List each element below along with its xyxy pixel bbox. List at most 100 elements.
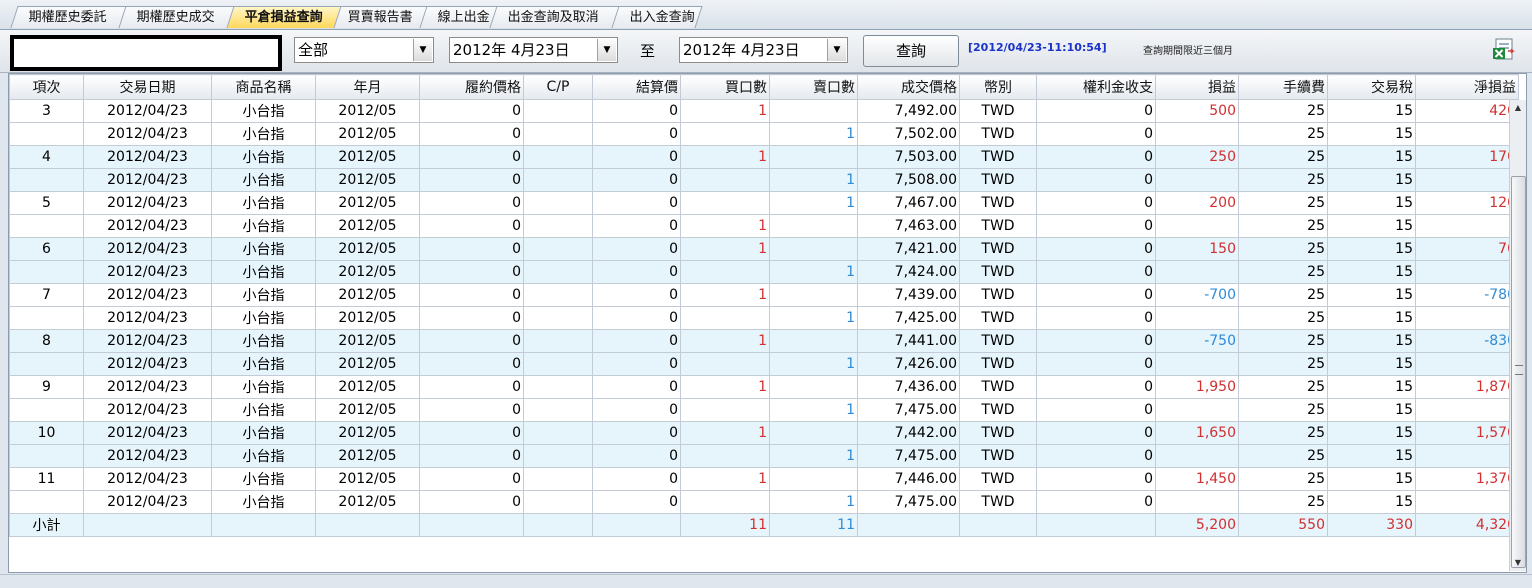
column-header[interactable]: 結算價 (592, 74, 681, 100)
cell-premium: 0 (1036, 398, 1156, 422)
tab-6[interactable]: 出金查詢及取消 (489, 6, 623, 28)
cell-currency: TWD (959, 191, 1037, 215)
table-row[interactable]: 10 2012/04/23 小台指 2012/05 0 0 1 7,442.00 TWD 0 1,6… (9, 421, 1519, 445)
cell-buy: 1 (680, 214, 770, 238)
cell-buy (680, 490, 770, 514)
scroll-down-icon[interactable]: ▼ (1511, 556, 1525, 570)
account-input[interactable] (10, 35, 282, 71)
cell-date: 2012/04/23 (83, 306, 212, 330)
cell-strike: 0 (419, 329, 524, 353)
column-header[interactable]: 交易日期 (83, 74, 212, 100)
table-row[interactable]: 2012/04/23 小台指 2012/05 0 0 1 7,426.00 TWD 0 25 15 (9, 352, 1519, 376)
cell-price: 7,439.00 (857, 283, 960, 307)
chevron-down-icon[interactable]: ▼ (827, 39, 846, 61)
chevron-down-icon[interactable]: ▼ (597, 39, 616, 61)
column-header[interactable]: 損益 (1155, 74, 1239, 100)
cell-net: 1,570 (1415, 421, 1519, 445)
column-header[interactable]: 淨損益 (1415, 74, 1519, 100)
cell-cp (523, 421, 593, 445)
tab-1[interactable]: 期權歷史委託 (10, 6, 130, 28)
table-row[interactable]: 6 2012/04/23 小台指 2012/05 0 0 1 7,421.00 TWD 0 150 2… (9, 237, 1519, 261)
cell-buy (680, 398, 770, 422)
table-row[interactable]: 5 2012/04/23 小台指 2012/05 0 0 1 7,467.00 TWD 0 200 2… (9, 191, 1519, 215)
cell-settle: 0 (592, 306, 681, 330)
cell-pl: 1,450 (1155, 467, 1239, 491)
tab-2[interactable]: 期權歷史成交 (118, 6, 238, 28)
excel-export-icon[interactable] (1492, 37, 1516, 61)
column-header[interactable]: 商品名稱 (211, 74, 316, 100)
table-row[interactable]: 4 2012/04/23 小台指 2012/05 0 0 1 7,503.00 TWD 0 250 2… (9, 145, 1519, 169)
cell-fee: 25 (1238, 283, 1328, 307)
cell-settle: 0 (592, 191, 681, 215)
scroll-thumb[interactable] (1511, 176, 1526, 568)
cell-net: 1,870 (1415, 375, 1519, 399)
cell-product: 小台指 (211, 145, 316, 169)
query-button[interactable]: 查詢 (863, 35, 959, 67)
column-header[interactable]: 權利金收支 (1036, 74, 1156, 100)
table-row[interactable]: 11 2012/04/23 小台指 2012/05 0 0 1 7,446.00 TWD 0 1,4… (9, 467, 1519, 491)
table-row[interactable]: 2012/04/23 小台指 2012/05 0 0 1 7,424.00 TWD 0 25 15 (9, 260, 1519, 284)
tab-4[interactable]: 買賣報告書 (329, 6, 431, 28)
tab-3[interactable]: 平倉損益查詢 (226, 6, 342, 28)
scroll-up-icon[interactable]: ▲ (1511, 101, 1525, 115)
table-row[interactable]: 7 2012/04/23 小台指 2012/05 0 0 1 7,439.00 TWD 0 -700… (9, 283, 1519, 307)
cell-currency: TWD (959, 99, 1037, 123)
cell-tax: 15 (1327, 260, 1416, 284)
chevron-down-icon[interactable]: ▼ (413, 39, 432, 61)
cell-premium: 0 (1036, 168, 1156, 192)
cell-premium: 0 (1036, 444, 1156, 468)
category-select[interactable]: 全部 ▼ (294, 37, 434, 63)
tab-label: 出入金查詢 (629, 10, 695, 25)
table-row[interactable]: 2012/04/23 小台指 2012/05 0 0 1 7,508.00 TWD 0 25 15 (9, 168, 1519, 192)
cell-price: 7,508.00 (857, 168, 960, 192)
table-row[interactable]: 8 2012/04/23 小台指 2012/05 0 0 1 7,441.00 TWD 0 -750… (9, 329, 1519, 353)
cell-buy: 1 (680, 145, 770, 169)
cell-date: 2012/04/23 (83, 283, 212, 307)
column-header[interactable]: 幣別 (959, 74, 1037, 100)
column-header[interactable]: C/P (523, 74, 593, 100)
table-row[interactable]: 2012/04/23 小台指 2012/05 0 0 1 7,475.00 TWD 0 25 15 (9, 490, 1519, 514)
tab-7[interactable]: 出入金查詢 (611, 6, 703, 28)
cell-net: 1,370 (1415, 467, 1519, 491)
table-row[interactable]: 2012/04/23 小台指 2012/05 0 0 1 7,463.00 TWD 0 25 15 (9, 214, 1519, 238)
cell-pl: 1,950 (1155, 375, 1239, 399)
cell-settle: 0 (592, 352, 681, 376)
table-row[interactable]: 9 2012/04/23 小台指 2012/05 0 0 1 7,436.00 TWD 0 1,95… (9, 375, 1519, 399)
column-header[interactable]: 成交價格 (857, 74, 960, 100)
cell-buy: 1 (680, 283, 770, 307)
cell-premium: 0 (1036, 145, 1156, 169)
column-header[interactable]: 交易稅 (1327, 74, 1416, 100)
cell-premium: 0 (1036, 260, 1156, 284)
cell-currency: TWD (959, 145, 1037, 169)
cell-item (9, 444, 84, 468)
column-header[interactable]: 項次 (9, 74, 84, 100)
cell-fee: 25 (1238, 122, 1328, 146)
column-header[interactable]: 賣口數 (769, 74, 858, 100)
cell-product: 小台指 (211, 375, 316, 399)
cell-buy (680, 444, 770, 468)
cell-pl (1155, 490, 1239, 514)
from-date-picker[interactable]: 2012年 4月23日 ▼ (449, 37, 618, 63)
subtotal-row: 小計 11 11 5,200 550 330 4,320 (9, 513, 1519, 537)
table-row[interactable]: 3 2012/04/23 小台指 2012/05 0 0 1 7,492.00 TWD 0 500 2… (9, 99, 1519, 123)
cell-price: 7,424.00 (857, 260, 960, 284)
table-row[interactable]: 2012/04/23 小台指 2012/05 0 0 1 7,475.00 TWD 0 25 15 (9, 398, 1519, 422)
column-header[interactable]: 履約價格 (419, 74, 524, 100)
cell-cp (523, 99, 593, 123)
vertical-scrollbar[interactable]: ▲ ▼ (1509, 100, 1526, 571)
cell-pl (1155, 260, 1239, 284)
table-row[interactable]: 2012/04/23 小台指 2012/05 0 0 1 7,475.00 TWD 0 25 15 (9, 444, 1519, 468)
column-header[interactable]: 買口數 (680, 74, 770, 100)
cell-strike: 0 (419, 352, 524, 376)
cell-fee: 25 (1238, 398, 1328, 422)
cell-cp (523, 398, 593, 422)
table-row[interactable]: 2012/04/23 小台指 2012/05 0 0 1 7,502.00 TWD 0 25 15 (9, 122, 1519, 146)
subtotal-empty-cell (211, 513, 316, 537)
tab-5[interactable]: 線上出金 (419, 6, 501, 28)
cell-fee: 25 (1238, 375, 1328, 399)
cell-tax: 15 (1327, 398, 1416, 422)
column-header[interactable]: 手續費 (1238, 74, 1328, 100)
to-date-picker[interactable]: 2012年 4月23日 ▼ (679, 37, 848, 63)
column-header[interactable]: 年月 (315, 74, 420, 100)
table-row[interactable]: 2012/04/23 小台指 2012/05 0 0 1 7,425.00 TWD 0 25 15 (9, 306, 1519, 330)
